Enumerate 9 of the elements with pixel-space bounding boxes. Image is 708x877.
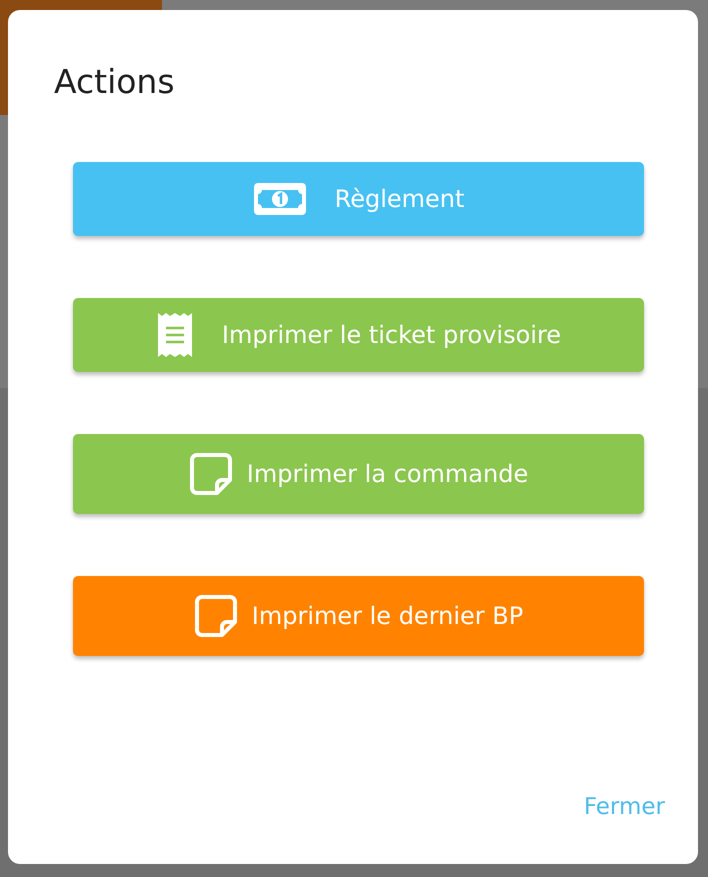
- note-icon: [194, 594, 238, 638]
- action-button[interactable]: Imprimer la commande: [73, 434, 644, 514]
- dialog-title: Actions: [54, 62, 176, 102]
- action-button[interactable]: Imprimer le ticket provisoire: [73, 298, 644, 372]
- note-icon: [188, 452, 233, 496]
- close-button[interactable]: Fermer: [584, 790, 665, 824]
- action-button[interactable]: Règlement: [73, 162, 644, 236]
- money-icon: [252, 182, 307, 216]
- action-button[interactable]: Imprimer le dernier BP: [73, 576, 644, 656]
